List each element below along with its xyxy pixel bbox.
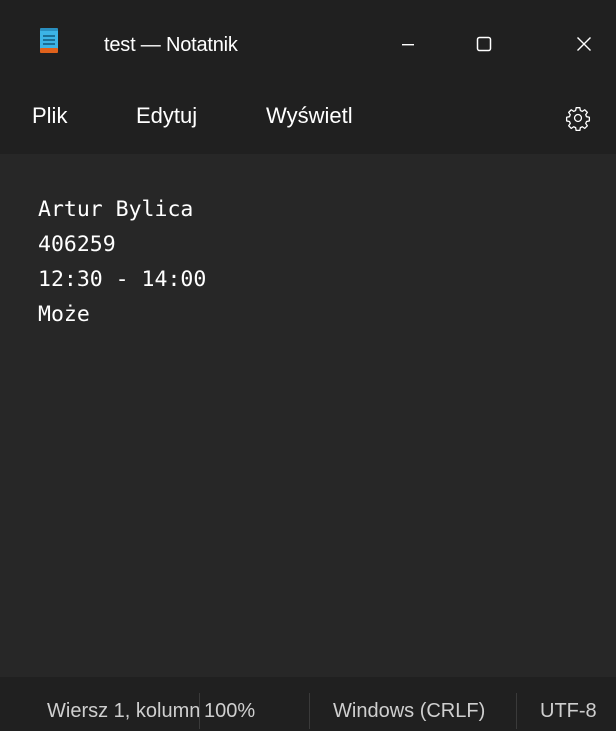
text-editor[interactable]: Artur Bylica 406259 12:30 - 14:00 Może bbox=[0, 154, 616, 677]
minimize-button[interactable] bbox=[386, 24, 430, 64]
menu-edit[interactable]: Edytuj bbox=[136, 103, 197, 129]
encoding: UTF-8 bbox=[540, 700, 597, 722]
editor-line: 406259 bbox=[38, 232, 116, 257]
maximize-icon bbox=[476, 36, 492, 52]
minimize-icon bbox=[402, 44, 414, 46]
zoom-level: 100% bbox=[204, 700, 256, 722]
window-title: test — Notatnik bbox=[104, 34, 238, 56]
status-divider bbox=[199, 693, 200, 729]
gear-icon bbox=[565, 107, 591, 131]
status-bar: Wiersz 1, kolumna 1 100% Windows (CRLF) … bbox=[0, 677, 616, 731]
status-divider bbox=[309, 693, 310, 729]
notepad-icon bbox=[40, 28, 58, 54]
editor-line: 12:30 - 14:00 bbox=[38, 267, 207, 292]
editor-content[interactable]: Artur Bylica 406259 12:30 - 14:00 Może bbox=[38, 192, 206, 332]
menu-file[interactable]: Plik bbox=[32, 103, 67, 129]
close-button[interactable] bbox=[562, 24, 606, 64]
status-divider bbox=[516, 693, 517, 729]
line-endings: Windows (CRLF) bbox=[333, 700, 486, 722]
close-icon bbox=[577, 37, 591, 51]
editor-line: Artur Bylica bbox=[38, 197, 194, 222]
settings-button[interactable] bbox=[562, 102, 594, 134]
menu-view[interactable]: Wyświetl bbox=[266, 103, 353, 129]
editor-line: Może bbox=[38, 302, 90, 327]
menu-bar: Plik Edytuj Wyświetl bbox=[0, 76, 616, 154]
title-bar[interactable]: test — Notatnik bbox=[0, 12, 616, 76]
window-top-edge bbox=[0, 0, 616, 12]
maximize-button[interactable] bbox=[462, 24, 506, 64]
cursor-position: Wiersz 1, kolumna 1 bbox=[47, 700, 199, 722]
